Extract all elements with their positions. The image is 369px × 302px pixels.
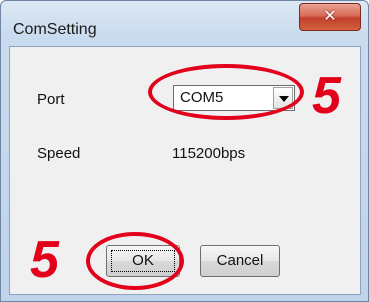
close-icon: ✕ — [323, 6, 337, 25]
ok-highlight-ellipse — [86, 232, 184, 290]
title-bar[interactable]: ComSetting ✕ — [1, 1, 368, 45]
cancel-button[interactable]: Cancel — [200, 245, 280, 277]
window-title: ComSetting — [13, 21, 97, 38]
close-button[interactable]: ✕ — [299, 3, 361, 31]
ok-step-number: 5 — [30, 231, 59, 289]
port-highlight-ellipse — [148, 64, 304, 120]
speed-label: Speed — [37, 145, 81, 162]
cancel-button-label: Cancel — [216, 252, 264, 269]
port-label: Port — [37, 91, 65, 108]
speed-value: 115200bps — [172, 145, 246, 162]
port-step-number: 5 — [312, 67, 341, 125]
